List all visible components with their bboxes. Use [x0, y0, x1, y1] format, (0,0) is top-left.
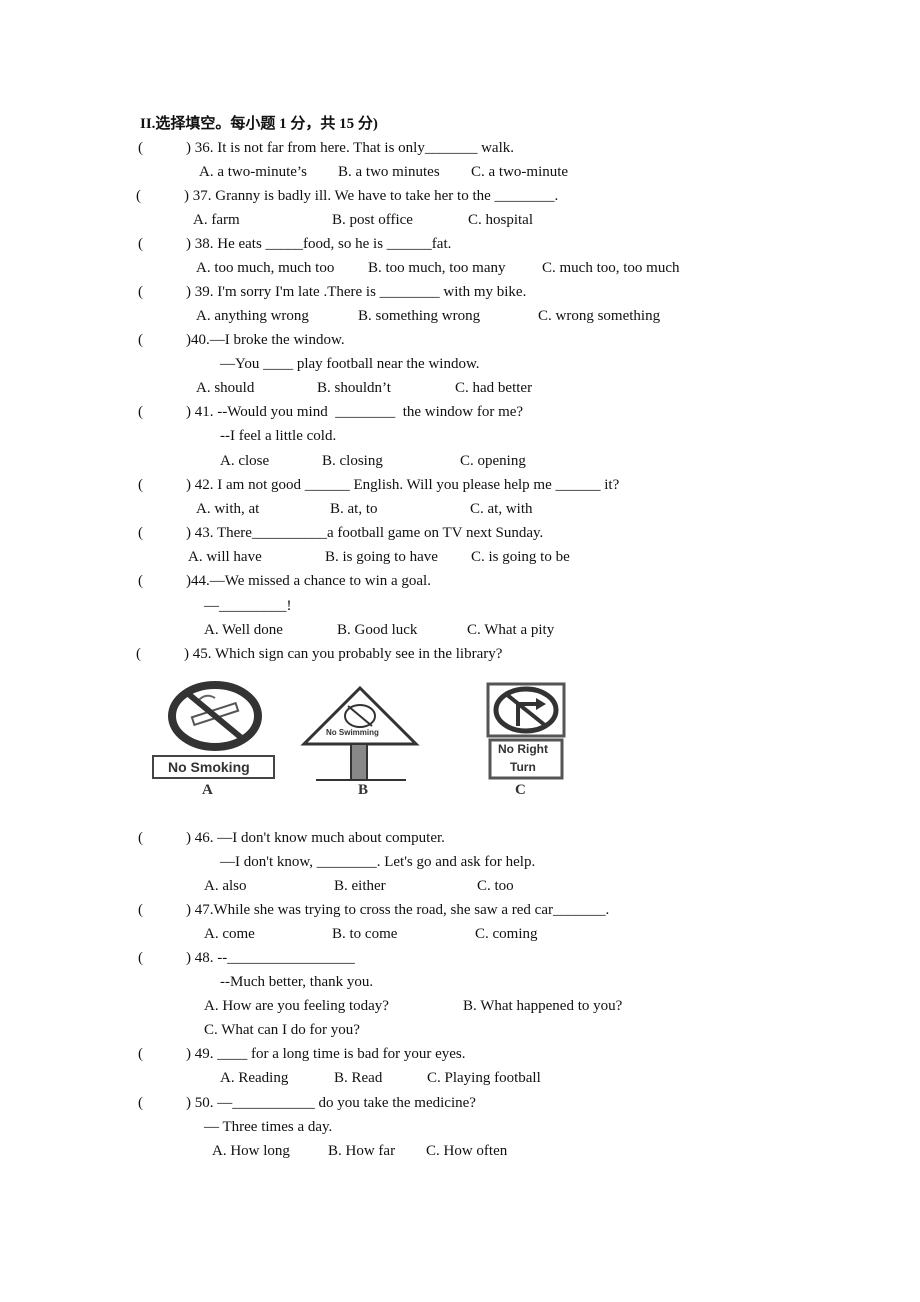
question-44-stem-reply: —_________!: [204, 598, 292, 614]
question-47-option-b: B. to come: [332, 926, 398, 942]
answer-blank-48[interactable]: (: [138, 949, 143, 967]
answer-blank-42[interactable]: (: [138, 476, 143, 494]
answer-blank-36[interactable]: (: [138, 139, 143, 157]
question-46-option-b: B. either: [334, 878, 386, 894]
answer-blank-38[interactable]: (: [138, 235, 143, 253]
question-50-option-a: A. How long: [212, 1143, 290, 1159]
answer-blank-46[interactable]: (: [138, 829, 143, 847]
question-39-option-c: C. wrong something: [538, 308, 661, 324]
answer-blank-41[interactable]: (: [138, 403, 143, 421]
question-37-option-a: A. farm: [193, 212, 240, 228]
question-49-stem: ) 49. ____ for a long time is bad for yo…: [186, 1046, 466, 1062]
question-44-option-c: C. What a pity: [467, 622, 555, 638]
question-48-option-c: C. What can I do for you?: [204, 1022, 360, 1038]
question-46-stem: ) 46. —I don't know much about computer.: [186, 830, 445, 846]
question-40-option-c: C. had better: [455, 380, 533, 396]
sign-a-letter: A: [202, 782, 213, 798]
question-37-option-b: B. post office: [332, 212, 413, 228]
question-41-option-c: C. opening: [460, 453, 526, 469]
question-43-stem: ) 43. There__________a football game on …: [186, 525, 544, 541]
answer-blank-47[interactable]: (: [138, 901, 143, 919]
question-36-stem: ) 36. It is not far from here. That is o…: [186, 140, 514, 156]
question-42-option-b: B. at, to: [330, 501, 378, 517]
question-50-stem: ) 50. —___________ do you take the medic…: [186, 1095, 476, 1111]
question-40-stem-reply: —You ____ play football near the window.: [220, 356, 480, 372]
question-38-stem: ) 38. He eats _____food, so he is ______…: [186, 236, 452, 252]
question-47-option-c: C. coming: [475, 926, 538, 942]
question-49-option-a: A. Reading: [220, 1070, 289, 1086]
question-50-option-c: C. How often: [426, 1143, 508, 1159]
sign-b-letter: B: [358, 782, 369, 798]
question-43-option-c: C. is going to be: [471, 549, 570, 565]
question-38-option-b: B. too much, too many: [368, 260, 506, 276]
answer-blank-49[interactable]: (: [138, 1045, 143, 1063]
question-46-stem-reply: —I don't know, ________. Let's go and as…: [220, 854, 536, 870]
question-49-option-c: C. Playing football: [427, 1070, 541, 1086]
answer-blank-50[interactable]: (: [138, 1094, 143, 1112]
question-44-stem: )44.—We missed a chance to win a goal.: [186, 573, 431, 589]
question-42-option-a: A. with, at: [196, 501, 260, 517]
question-48-stem: ) 48. --_________________: [186, 950, 355, 966]
question-37-option-c: C. hospital: [468, 212, 534, 228]
question-40-option-b: B. shouldn’t: [317, 380, 391, 396]
question-49-option-b: B. Read: [334, 1070, 383, 1086]
question-41-option-b: B. closing: [322, 453, 383, 469]
sign-a-text: No Smoking: [168, 759, 250, 775]
question-43-option-b: B. is going to have: [325, 549, 438, 565]
answer-blank-43[interactable]: (: [138, 524, 143, 542]
question-40-stem: )40.—I broke the window.: [186, 332, 345, 348]
question-39-option-b: B. something wrong: [358, 308, 481, 324]
question-47-option-a: A. come: [204, 926, 255, 942]
sign-b-text: No Swimming: [326, 728, 379, 737]
question-36-option-b: B. a two minutes: [338, 164, 440, 180]
question-44-option-b: B. Good luck: [337, 622, 418, 638]
sign-c-text-line1: No Right: [498, 742, 548, 756]
question-42-stem: ) 42. I am not good ______ English. Will…: [186, 477, 620, 493]
sign-c-letter: C: [515, 782, 526, 798]
answer-blank-44[interactable]: (: [138, 572, 143, 590]
question-48-stem-reply: --Much better, thank you.: [220, 974, 374, 990]
question-46-option-a: A. also: [204, 878, 247, 894]
question-41-option-a: A. close: [220, 453, 270, 469]
question-39-stem: ) 39. I'm sorry I'm late .There is _____…: [186, 284, 527, 300]
question-44-option-a: A. Well done: [204, 622, 283, 638]
question-43-option-a: A. will have: [188, 549, 262, 565]
question-39-option-a: A. anything wrong: [196, 308, 309, 324]
question-50-option-b: B. How far: [328, 1143, 396, 1159]
question-38-option-a: A. too much, much too: [196, 260, 335, 276]
question-42-option-c: C. at, with: [470, 501, 533, 517]
sign-options-image: No Smoking A No Swimming B No Right Turn…: [140, 672, 680, 812]
sign-c-text-line2: Turn: [510, 760, 536, 774]
question-41-stem: ) 41. --Would you mind ________ the wind…: [186, 404, 524, 420]
question-50-stem-reply: — Three times a day.: [204, 1119, 333, 1135]
question-40-option-a: A. should: [196, 380, 255, 396]
answer-blank-37[interactable]: (: [136, 187, 141, 205]
section-title: II.选择填空。每小题 1 分，共 15 分): [140, 116, 378, 132]
question-38-option-c: C. much too, too much: [542, 260, 680, 276]
question-41-stem-reply: --I feel a little cold.: [220, 428, 337, 444]
question-36-option-c: C. a two-minute: [471, 164, 569, 180]
answer-blank-45[interactable]: (: [136, 645, 141, 663]
question-48-option-a: A. How are you feeling today?: [204, 998, 389, 1014]
question-47-stem: ) 47.While she was trying to cross the r…: [186, 902, 610, 918]
question-36-option-a: A. a two-minute’s: [199, 164, 307, 180]
question-48-option-b: B. What happened to you?: [463, 998, 623, 1014]
answer-blank-40[interactable]: (: [138, 331, 143, 349]
answer-blank-39[interactable]: (: [138, 283, 143, 301]
question-46-option-c: C. too: [477, 878, 514, 894]
question-37-stem: ) 37. Granny is badly ill. We have to ta…: [184, 188, 559, 204]
question-45-stem: ) 45. Which sign can you probably see in…: [184, 646, 503, 662]
